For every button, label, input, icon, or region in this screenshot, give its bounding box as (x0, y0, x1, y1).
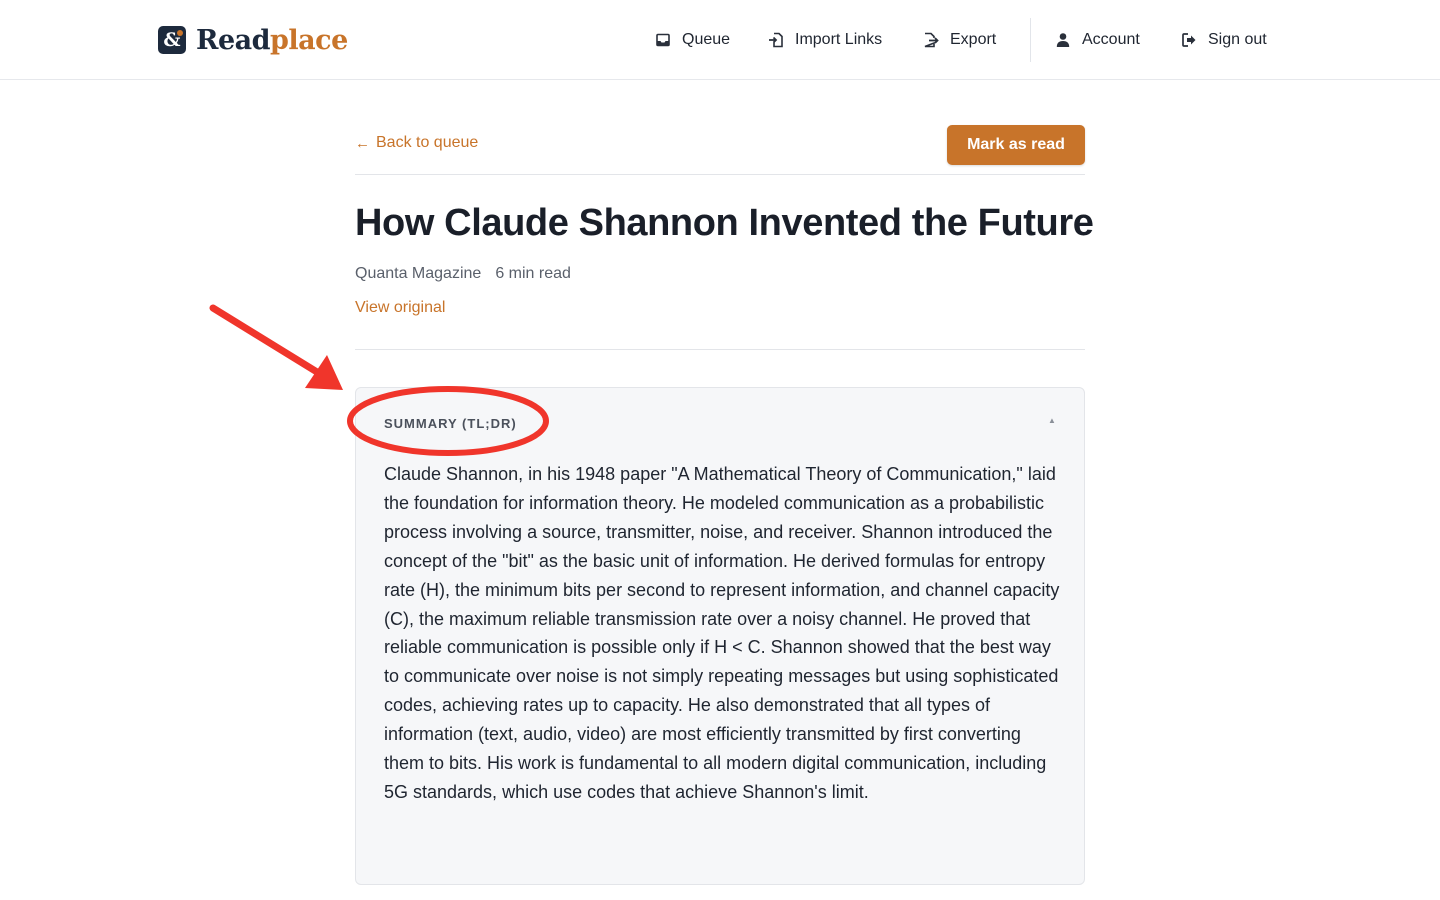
nav-sign-out[interactable]: Sign out (1181, 31, 1267, 49)
inbox-icon (656, 33, 670, 47)
collapse-toggle-icon[interactable]: ▲ (1048, 416, 1056, 425)
logo-mark-icon: & (158, 26, 186, 54)
article-header-divider (355, 349, 1085, 350)
nav-import-label: Import Links (795, 31, 883, 48)
toolbar-divider (355, 174, 1085, 175)
nav-queue[interactable]: Queue (655, 31, 730, 49)
arrow-left-icon: ← (355, 134, 370, 152)
top-nav-bar: & Readplace Queue Import Links Export Ac… (0, 0, 1440, 80)
article-read-time: 6 min read (495, 265, 571, 282)
nav-account-label: Account (1082, 31, 1140, 48)
annotation-arrow-icon (209, 304, 343, 390)
article-source: Quanta Magazine (355, 265, 482, 282)
annotation-ellipse (347, 386, 549, 456)
view-original-link[interactable]: View original (355, 299, 445, 317)
nav-divider (1030, 18, 1031, 62)
article-title: How Claude Shannon Invented the Future (355, 202, 1094, 244)
nav-export-label: Export (950, 31, 997, 48)
export-icon (924, 32, 939, 48)
user-icon (1056, 33, 1070, 47)
mark-as-read-button[interactable]: Mark as read (947, 125, 1085, 165)
nav-queue-label: Queue (682, 31, 731, 48)
nav-sign-out-label: Sign out (1208, 31, 1267, 48)
nav-import-links[interactable]: Import Links (768, 31, 882, 49)
sign-out-icon (1182, 33, 1196, 47)
article-meta: Quanta Magazine 6 min read (355, 265, 571, 283)
back-to-queue-label: Back to queue (376, 134, 479, 151)
summary-panel: SUMMARY (TL;DR) ▲ Claude Shannon, in his… (355, 387, 1085, 885)
brand-logo[interactable]: & Readplace (158, 24, 348, 56)
summary-text: Claude Shannon, in his 1948 paper "A Mat… (384, 464, 1060, 802)
brand-name: Readplace (196, 24, 348, 56)
nav-account[interactable]: Account (1055, 31, 1140, 49)
nav-export[interactable]: Export (923, 31, 996, 49)
back-to-queue-link[interactable]: ← Back to queue (355, 134, 478, 152)
import-icon (769, 32, 783, 48)
